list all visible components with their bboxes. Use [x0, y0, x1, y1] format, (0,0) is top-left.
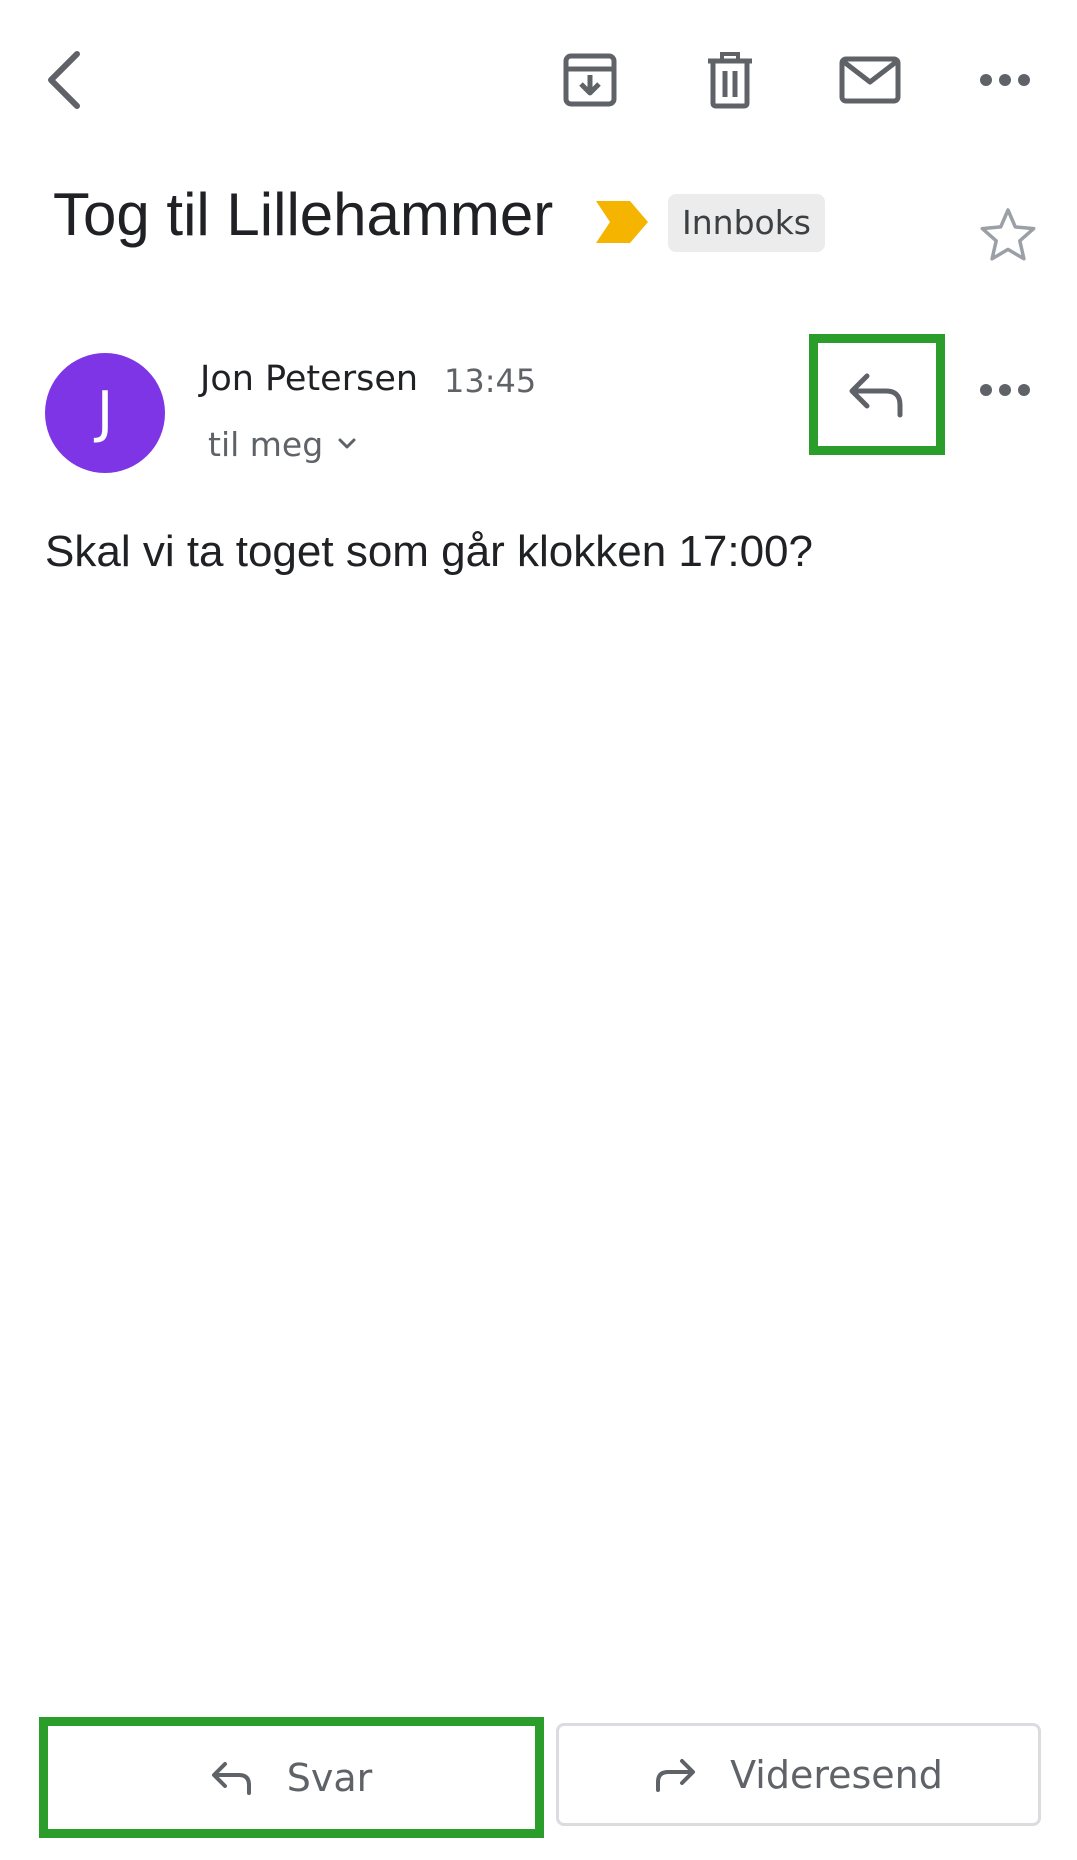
back-button[interactable] — [30, 40, 100, 120]
forward-button[interactable]: Videresend — [556, 1723, 1041, 1826]
importance-marker-icon[interactable] — [596, 201, 648, 243]
reply-icon-button[interactable] — [809, 334, 945, 455]
sent-time: 13:45 — [444, 362, 537, 400]
archive-icon — [563, 53, 617, 107]
recipient-details-toggle[interactable]: til meg — [208, 420, 357, 468]
forward-icon — [656, 1758, 696, 1792]
label-chip[interactable]: Innboks — [668, 194, 826, 252]
star-outline-icon — [980, 208, 1036, 261]
reply-icon — [849, 373, 903, 417]
recipient-label: til meg — [208, 424, 324, 464]
reply-icon — [211, 1761, 251, 1795]
email-subject: Tog til Lillehammer — [53, 181, 554, 248]
message-body: Skal vi ta toget som går klokken 17:00? — [45, 527, 813, 576]
reply-button[interactable]: Svar — [39, 1717, 544, 1838]
archive-button[interactable] — [545, 40, 635, 120]
mail-icon — [839, 56, 901, 104]
star-button[interactable] — [968, 200, 1048, 270]
mark-unread-button[interactable] — [825, 40, 915, 120]
more-horizontal-icon — [980, 384, 1030, 396]
back-arrow-icon — [48, 51, 80, 109]
sender-avatar[interactable]: J — [45, 353, 165, 473]
more-horizontal-icon — [980, 74, 1030, 86]
reply-label: Svar — [286, 1755, 373, 1800]
chevron-down-icon — [338, 438, 356, 449]
message-more-button[interactable] — [960, 350, 1050, 430]
sender-name: Jon Petersen — [200, 359, 419, 399]
more-options-button[interactable] — [960, 40, 1050, 120]
delete-button[interactable] — [685, 40, 775, 120]
forward-label: Videresend — [730, 1752, 943, 1797]
trash-icon — [708, 52, 752, 109]
